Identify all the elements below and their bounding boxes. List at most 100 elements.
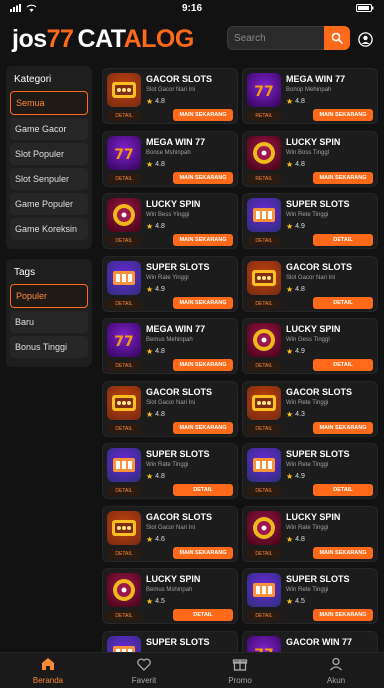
game-card[interactable]: 77 MEGA WIN 77 Bonce Mshinpah ★ 4.8 DETAIL MAI… bbox=[102, 130, 238, 187]
game-thumbnail[interactable] bbox=[247, 323, 281, 357]
detail-button[interactable]: DETAIL bbox=[247, 236, 281, 246]
game-card[interactable]: GACOR SLOTS Slot Gacor Nari Ini ★ 4.6 DETAIL… bbox=[102, 505, 238, 562]
tag-item-populer[interactable]: Populer bbox=[10, 284, 88, 308]
category-item-semua[interactable]: Semua bbox=[10, 91, 88, 115]
play-button[interactable]: MAIN SEKARANG bbox=[173, 234, 233, 246]
detail-button[interactable]: DETAIL bbox=[107, 611, 141, 621]
game-thumbnail[interactable] bbox=[107, 73, 141, 107]
play-button[interactable]: DETAIL bbox=[173, 609, 233, 621]
play-button[interactable]: MAIN SEKARANG bbox=[173, 171, 233, 184]
category-item-slot-populer[interactable]: Slot Populer bbox=[10, 143, 88, 165]
detail-button[interactable]: DETAIL bbox=[107, 548, 141, 559]
game-card[interactable]: GACOR SLOTS Slot Gacor Nari Ini ★ 4.8 DETAIL… bbox=[102, 68, 238, 124]
game-thumbnail[interactable] bbox=[247, 448, 281, 482]
detail-button[interactable]: DETAIL bbox=[247, 486, 281, 496]
tag-item-bonus-tinggi[interactable]: Bonus Tinggi bbox=[10, 336, 88, 358]
search-input[interactable] bbox=[234, 32, 322, 44]
wifi-icon bbox=[26, 4, 37, 12]
game-thumbnail[interactable] bbox=[247, 198, 281, 232]
play-button[interactable]: MAIN SEKARANG bbox=[313, 546, 373, 559]
game-thumbnail[interactable] bbox=[107, 198, 141, 232]
game-thumbnail[interactable]: 77 bbox=[247, 73, 281, 107]
category-item-game-koreksin[interactable]: Game Koreksin bbox=[10, 218, 88, 240]
game-card[interactable]: LUCKY SPIN Win Gess Tinggl ★ 4.9 DETAIL DETAI… bbox=[242, 318, 378, 374]
status-time: 9:16 bbox=[181, 2, 203, 14]
game-thumbnail[interactable] bbox=[107, 448, 141, 482]
app-logo[interactable]: jos77 CATALOG bbox=[12, 25, 194, 54]
play-button[interactable]: MAIN SEKARANG bbox=[173, 421, 233, 434]
game-card[interactable]: 77 GACOR WIN 77 bbox=[242, 630, 378, 652]
detail-button[interactable]: DETAIL bbox=[247, 361, 281, 371]
play-button[interactable]: MAIN SEKARANG bbox=[313, 109, 373, 121]
game-card[interactable]: SUPER SLOTS bbox=[102, 630, 238, 652]
category-item-game-populer[interactable]: Game Populer bbox=[10, 193, 88, 215]
detail-button[interactable]: DETAIL bbox=[107, 423, 141, 434]
game-card[interactable]: SUPER SLOTS Win Rete Tinggi ★ 4.5 DETAIL MAIN… bbox=[242, 568, 378, 624]
detail-button[interactable]: DETAIL bbox=[107, 486, 141, 496]
nav-faverit[interactable]: Faverit bbox=[96, 653, 192, 688]
play-button[interactable]: DETAIL bbox=[313, 296, 373, 309]
game-thumbnail[interactable] bbox=[107, 635, 141, 652]
category-item-slot-senpuler[interactable]: Slot Senpuler bbox=[10, 168, 88, 190]
game-thumbnail[interactable] bbox=[107, 385, 141, 420]
game-thumbnail[interactable] bbox=[247, 510, 281, 545]
nav-promo[interactable]: Promo bbox=[192, 653, 288, 688]
detail-button[interactable]: DETAIL bbox=[107, 173, 141, 184]
play-button[interactable]: DETAIL bbox=[313, 234, 373, 246]
detail-button[interactable]: DETAIL bbox=[107, 111, 141, 121]
game-thumbnail[interactable]: 77 bbox=[107, 323, 141, 357]
detail-button[interactable]: DETAIL bbox=[247, 611, 281, 621]
game-subtitle: Win Rete Tinggi bbox=[286, 587, 329, 593]
game-thumbnail[interactable] bbox=[247, 260, 281, 295]
play-button[interactable]: MAIN SEKARANG bbox=[173, 359, 233, 371]
tag-item-baru[interactable]: Baru bbox=[10, 311, 88, 333]
game-card[interactable]: LUCKY SPIN Win Rate Tinggi ★ 4.8 DETAIL MAIN … bbox=[242, 505, 378, 562]
account-button[interactable] bbox=[357, 31, 373, 47]
detail-button[interactable]: DETAIL bbox=[247, 423, 281, 434]
game-subtitle: Win Rate Tinggi bbox=[286, 524, 329, 531]
detail-button[interactable]: RETAIL bbox=[247, 173, 281, 184]
game-card[interactable]: SUPER SLOTS Win Rate Tinggi ★ 4.8 DETAIL DETA… bbox=[102, 443, 238, 499]
game-thumbnail[interactable] bbox=[247, 135, 281, 170]
game-thumbnail[interactable] bbox=[247, 385, 281, 420]
detail-button[interactable]: DETAIL bbox=[107, 361, 141, 371]
play-button[interactable]: DETAIL bbox=[313, 359, 373, 371]
detail-button[interactable]: DETAIL bbox=[107, 298, 141, 309]
game-card[interactable]: LUCKY SPIN Win Boss Tinggl ★ 4.8 RETAIL MAIN … bbox=[242, 130, 378, 187]
search-button[interactable] bbox=[324, 26, 350, 50]
play-button[interactable]: DETAIL bbox=[173, 484, 233, 496]
game-card[interactable]: 77 MEGA WIN 77 Bemus Mehinpah ★ 4.8 DETAIL MAI… bbox=[102, 318, 238, 374]
game-card[interactable]: 77 MEGA WIN 77 Bonop Mehinpah ★ 4.8 RETAIL MAI… bbox=[242, 68, 378, 124]
detail-button[interactable]: DETAIL bbox=[107, 236, 141, 246]
play-button[interactable]: MAIN SEKARANG bbox=[313, 171, 373, 184]
app-header: jos77 CATALOG bbox=[0, 18, 384, 60]
search-bar bbox=[227, 26, 350, 50]
game-thumbnail[interactable] bbox=[107, 510, 141, 545]
category-item-game-gacor[interactable]: Game Gacor bbox=[10, 118, 88, 140]
game-thumbnail[interactable]: 77 bbox=[107, 135, 141, 170]
play-button[interactable]: MAIN SEKARANG bbox=[173, 546, 233, 559]
play-button[interactable]: MAIN SEKARANG bbox=[313, 609, 373, 621]
detail-button[interactable]: DETAIL bbox=[247, 548, 281, 559]
detail-button[interactable]: DETAIL bbox=[247, 298, 281, 309]
game-card[interactable]: GACOR SLOTS Slot Gacor Nari Ini ★ 4.8 DETAIL… bbox=[102, 380, 238, 437]
game-card[interactable]: SUPER SLOTS Win Rate Yinggi ★ 4.9 DETAIL MAIN… bbox=[102, 255, 238, 312]
game-thumbnail[interactable] bbox=[247, 573, 281, 607]
nav-akun[interactable]: Akun bbox=[288, 653, 384, 688]
play-button[interactable]: MAIN SEKARANG bbox=[313, 421, 373, 434]
game-card[interactable]: GACOR SLOTS Slot Gacor Nari Ini ★ 4.8 DETAIL… bbox=[242, 255, 378, 312]
game-card[interactable]: LUCKY SPIN Bemus Mshinpah ★ 4.5 DETAIL DETAIL bbox=[102, 568, 238, 624]
game-card[interactable]: LUCKY SPIN Win Bess Yinggi ★ 4.8 DETAIL MAIN … bbox=[102, 193, 238, 249]
play-button[interactable]: MAIN SEKARANG bbox=[173, 109, 233, 121]
game-card[interactable]: SUPER SLOTS Win Rete Tinggi ★ 4.9 DETAIL DETA… bbox=[242, 193, 378, 249]
nav-beranda[interactable]: Beranda bbox=[0, 653, 96, 688]
game-thumbnail[interactable]: 77 bbox=[247, 635, 281, 652]
game-title: SUPER SLOTS bbox=[146, 261, 210, 272]
game-card[interactable]: SUPER SLOTS Win Rete Tinggi ★ 4.9 DETAIL DETA… bbox=[242, 443, 378, 499]
detail-button[interactable]: RETAIL bbox=[247, 111, 281, 121]
game-thumbnail[interactable] bbox=[107, 260, 141, 295]
game-card[interactable]: GACOR SLOTS Win Rete Tinggi ★ 4.3 DETAIL MAIN… bbox=[242, 380, 378, 437]
play-button[interactable]: DETAIL bbox=[313, 484, 373, 496]
play-button[interactable]: MAIN SEKARANG bbox=[173, 296, 233, 309]
game-thumbnail[interactable] bbox=[107, 573, 141, 607]
